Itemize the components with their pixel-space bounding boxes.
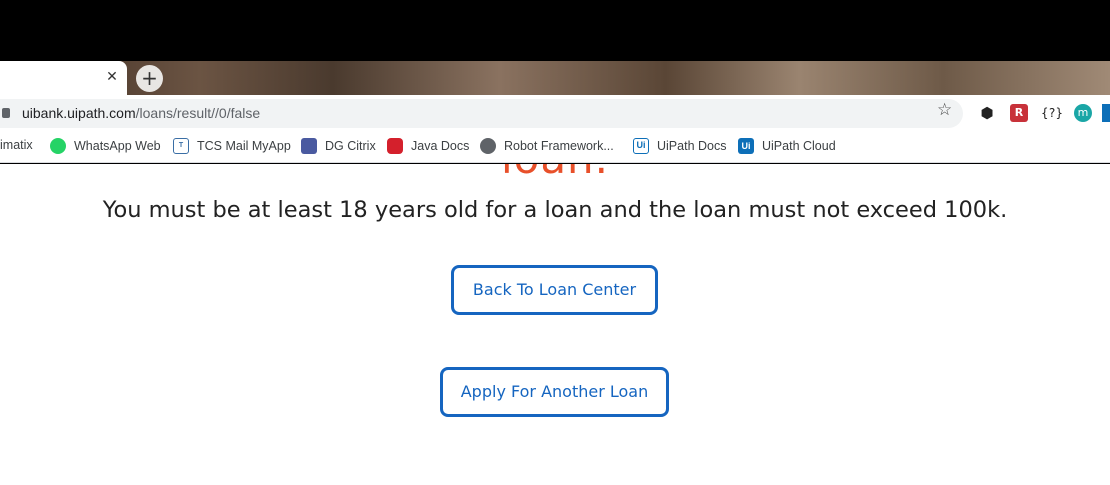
result-heading: loan.	[0, 164, 1110, 183]
address-bar[interactable]: uibank.uipath.com/loans/result//0/false	[0, 99, 963, 128]
bookmark-label: Robot Framework...	[504, 139, 614, 153]
active-tab[interactable]: ✕	[0, 61, 127, 95]
braces-extension-icon[interactable]: {?}	[1040, 104, 1064, 122]
bookmark-java-docs[interactable]: Java Docs	[387, 138, 469, 154]
bookmark-star-icon[interactable]: ☆	[937, 100, 952, 120]
bookmark-label: UiPath Docs	[657, 139, 727, 153]
screen-top-bar	[0, 0, 1110, 61]
bookmark-label: DG Citrix	[325, 139, 376, 153]
bookmark-uipath-cloud[interactable]: Ui UiPath Cloud	[738, 138, 836, 154]
uipath-icon: Ui	[633, 138, 649, 154]
bookmark-dg-citrix[interactable]: DG Citrix	[301, 138, 376, 154]
bookmark-tcs-mail[interactable]: T TCS Mail MyApp	[173, 138, 291, 154]
m-extension-icon[interactable]: m	[1074, 104, 1092, 122]
tab-strip: ✕ +	[0, 61, 1110, 95]
lock-icon[interactable]	[2, 108, 10, 118]
red-extension-icon[interactable]: R	[1010, 104, 1028, 122]
page-content: loan. You must be at least 18 years old …	[0, 164, 1110, 485]
bookmark-label: WhatsApp Web	[74, 139, 161, 153]
close-tab-icon[interactable]: ✕	[104, 69, 120, 85]
bookmark-label: UiPath Cloud	[762, 139, 836, 153]
whatsapp-icon	[50, 138, 66, 154]
globe-icon	[480, 138, 496, 154]
tata-icon: T	[173, 138, 189, 154]
url-text[interactable]: uibank.uipath.com/loans/result//0/false	[22, 105, 260, 121]
oracle-icon	[387, 138, 403, 154]
url-path: /loans/result//0/false	[135, 105, 261, 121]
bookmark-whatsapp[interactable]: WhatsApp Web	[50, 138, 161, 154]
lock-bag-icon	[301, 138, 317, 154]
bookmark-imatix[interactable]: imatix	[0, 138, 33, 152]
bookmark-label: Java Docs	[411, 139, 470, 153]
back-to-loan-center-button[interactable]: Back To Loan Center	[451, 265, 658, 315]
bookmark-robot-framework[interactable]: Robot Framework...	[480, 138, 614, 154]
bookmark-uipath-docs[interactable]: Ui UiPath Docs	[633, 138, 726, 154]
apply-another-loan-button[interactable]: Apply For Another Loan	[440, 367, 669, 417]
uipath-icon: Ui	[738, 138, 754, 154]
cube-extension-icon[interactable]: ⬢	[978, 104, 996, 122]
bookmarks-bar: imatix WhatsApp Web T TCS Mail MyApp DG …	[0, 131, 1110, 163]
url-host: uibank.uipath.com	[22, 105, 136, 121]
blue-extension-icon[interactable]	[1102, 104, 1110, 122]
browser-toolbar: uibank.uipath.com/loans/result//0/false …	[0, 95, 1110, 131]
new-tab-button[interactable]: +	[136, 65, 163, 92]
bookmark-label: imatix	[0, 138, 33, 152]
bookmark-label: TCS Mail MyApp	[197, 139, 291, 153]
result-message: You must be at least 18 years old for a …	[102, 197, 1008, 223]
